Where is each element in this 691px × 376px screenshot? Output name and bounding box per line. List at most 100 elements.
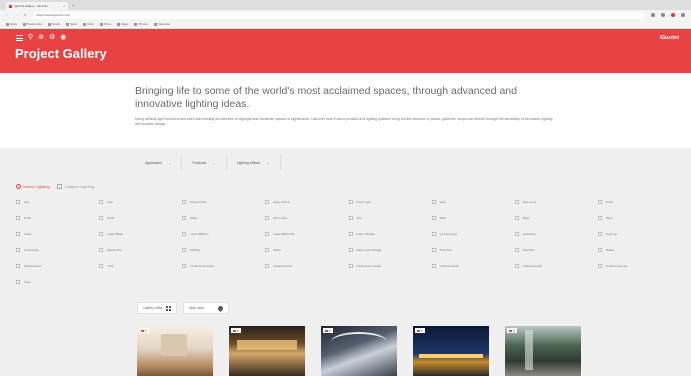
category-checkbox[interactable]: Ace [16, 199, 99, 205]
bookmark[interactable]: Gmail [47, 22, 60, 26]
category-label: iLed [439, 200, 446, 204]
user-icon[interactable]: ◉ [60, 34, 66, 42]
category-checkbox[interactable]: iSign [597, 215, 681, 221]
globe-icon[interactable]: ⊕ [38, 34, 44, 42]
category-label: Linealuce [522, 232, 536, 236]
checkbox-icon [99, 248, 104, 252]
category-checkbox[interactable]: Reflex [597, 247, 681, 253]
project-card[interactable]: 5 [413, 326, 489, 376]
category-label: iPlan [190, 216, 197, 220]
category-checkbox[interactable]: Palco [265, 247, 348, 253]
back-icon[interactable]: ← [6, 13, 9, 17]
category-checkbox[interactable]: iSign [514, 215, 598, 221]
category-checkbox[interactable]: Underscore Linear [348, 263, 432, 269]
checkbox-icon [348, 200, 353, 204]
checkbox-icon [265, 200, 270, 204]
category-checkbox[interactable]: iN 90 [99, 215, 182, 221]
category-checkbox[interactable]: Cup [99, 199, 182, 205]
category-label: iN 60 [24, 216, 32, 220]
category-checkbox[interactable]: Trick [99, 263, 182, 269]
category-checkbox[interactable]: iN 30 [597, 199, 681, 205]
bookmark[interactable]: Photos [134, 22, 148, 26]
indoor-lighting-radio[interactable]: Indoor Lighting [16, 184, 49, 189]
category-checkbox[interactable]: iRoll [431, 215, 515, 221]
category-checkbox[interactable]: Deep Frame [182, 199, 265, 205]
bookmark[interactable]: Drive [100, 22, 111, 26]
category-checkbox[interactable]: MyWay [182, 247, 265, 253]
filter-application[interactable]: Application ⌄ [135, 155, 183, 170]
category-checkbox[interactable]: iPro Linea [265, 215, 348, 221]
extension-icon[interactable] [651, 13, 655, 17]
star-icon[interactable] [661, 13, 665, 17]
category-checkbox[interactable]: Laser Blade [99, 231, 182, 237]
category-checkbox[interactable]: Underscore15 [514, 263, 598, 269]
settings-icon[interactable]: ⚙ [49, 34, 55, 42]
category-checkbox[interactable]: Lineaverde [16, 247, 99, 253]
category-label: Underscore15 [522, 264, 542, 268]
checkbox-icon [182, 232, 187, 236]
bookmark[interactable]: Apps [6, 22, 17, 26]
forward-icon[interactable]: → [15, 13, 18, 17]
bookmark[interactable]: Calendar [153, 22, 170, 26]
category-checkbox[interactable]: Light Up [597, 231, 681, 237]
filter-lighting-effects[interactable]: Lighting effects ⌄ [227, 155, 281, 170]
bookmark[interactable]: News [65, 22, 77, 26]
bookmark[interactable]: Bookmarks [22, 22, 42, 26]
category-checkbox[interactable]: iSee Lens [514, 199, 598, 205]
checkbox-icon [16, 232, 20, 236]
filter-products[interactable]: Products ⌄ [182, 155, 227, 170]
category-checkbox[interactable]: Le Perroquet [431, 231, 515, 237]
category-checkbox[interactable]: Linealuce [514, 231, 598, 237]
category-checkbox[interactable]: Laser Blade L [182, 231, 265, 237]
lighting-type-selector: Indoor Lighting Outdoor Lighting [16, 184, 94, 189]
category-label: Light Up [605, 232, 618, 236]
category-label: iSee Lens [522, 200, 537, 204]
category-label: iPro [356, 216, 362, 220]
category-checkbox[interactable]: Palco Low Voltage [348, 247, 432, 253]
hamburger-menu-icon[interactable] [16, 35, 23, 41]
category-checkbox[interactable]: Underscore15 [431, 263, 515, 269]
category-checkbox[interactable]: Pixel Pro [431, 247, 515, 253]
category-label: Deep Frame [190, 200, 207, 204]
category-checkbox[interactable]: Pixel Pro [514, 247, 598, 253]
gallery-view-button[interactable]: Gallery view [137, 302, 178, 314]
bookmark[interactable]: Maps [117, 22, 128, 26]
category-label: Pixel Pro [439, 248, 452, 252]
category-checkbox[interactable]: Master Pro [99, 247, 182, 253]
reload-icon[interactable]: ⟳ [24, 13, 27, 17]
close-icon[interactable]: × [63, 4, 65, 8]
category-checkbox[interactable]: iN 60 [16, 215, 99, 221]
category-checkbox[interactable]: View [16, 279, 99, 285]
page-title: Project Gallery [15, 46, 107, 61]
category-checkbox[interactable]: Underscore InOut [182, 263, 265, 269]
project-card[interactable]: 5 [321, 326, 397, 376]
map-view-button[interactable]: Map view [183, 302, 229, 314]
category-checkbox[interactable]: iPlan [182, 215, 265, 221]
project-card[interactable]: 5 [137, 326, 213, 376]
project-card[interactable]: 6 [505, 326, 581, 376]
project-card[interactable]: 6 [229, 326, 305, 376]
category-checkbox[interactable]: Laser Blade XS [265, 231, 348, 237]
new-tab-icon[interactable]: + [68, 2, 78, 10]
category-checkbox[interactable]: Easy Frame [265, 199, 348, 205]
category-checkbox[interactable]: Underscore15 [265, 263, 348, 269]
profile-icon[interactable] [671, 13, 675, 17]
photo-count-badge: 5 [323, 328, 333, 333]
url-field[interactable]: https://www.iguzzini.com/ [32, 11, 645, 19]
bookmark[interactable]: Docs [83, 22, 94, 26]
project-image [237, 340, 297, 350]
category-checkbox[interactable]: Laser [16, 231, 99, 237]
category-checkbox[interactable]: Front Light [348, 199, 432, 205]
browser-menu-icon[interactable] [681, 13, 685, 17]
brand-logo[interactable]: iGuzzini [660, 35, 679, 41]
outdoor-lighting-checkbox[interactable]: Outdoor Lighting [57, 184, 94, 189]
category-checkbox[interactable]: Laser Pinhole [348, 231, 432, 237]
category-checkbox[interactable]: Sanfrancisco [16, 263, 99, 269]
checkbox-icon [265, 264, 270, 268]
category-checkbox[interactable]: iLed [431, 199, 515, 205]
category-checkbox[interactable]: iPro [348, 215, 432, 221]
browser-tab[interactable]: Iguzzini Gallery - iGuzzini × [6, 2, 68, 10]
category-checkbox[interactable]: Underscore Led [597, 263, 681, 269]
project-image [161, 334, 187, 356]
search-icon[interactable]: ⚲ [28, 34, 33, 42]
